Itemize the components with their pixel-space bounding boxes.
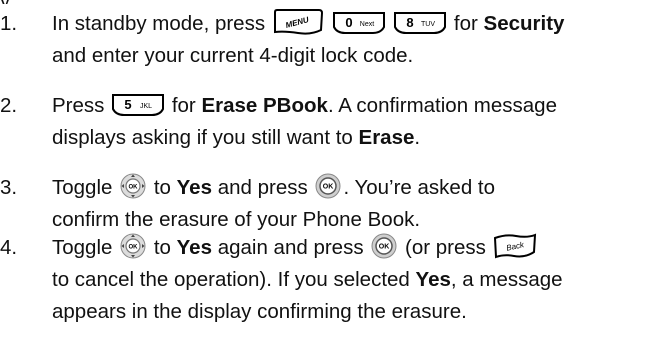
ok-key-icon: OK	[313, 172, 343, 200]
svg-text:OK: OK	[129, 185, 139, 191]
ok-key-icon: OK	[369, 232, 399, 260]
svg-text:JKL: JKL	[140, 103, 152, 110]
menu-key-icon: MENU	[271, 8, 325, 36]
svg-text:8: 8	[407, 15, 414, 30]
step-text: Toggle OK to Yes again and press OK (or …	[52, 232, 642, 328]
step-number: 3.	[0, 176, 18, 199]
five-jkl-key-icon: 5 JKL	[110, 92, 166, 118]
step-text: In standby mode, press MENU 0 Next 8 TUV…	[52, 8, 642, 72]
svg-text:TUV: TUV	[421, 21, 435, 28]
svg-text:OK: OK	[379, 244, 390, 251]
svg-text:0: 0	[345, 15, 352, 30]
step-number: 4.	[0, 236, 18, 259]
step-text: Press 5 JKL for Erase PBook. A confirmat…	[52, 92, 557, 149]
svg-text:5: 5	[124, 97, 131, 112]
svg-text:OK: OK	[129, 245, 139, 251]
navigation-key-icon: OK	[118, 172, 148, 200]
step-text: Toggle OK to Yes and press OK . You’re a…	[52, 172, 642, 236]
previous-text-fragment: y	[0, 0, 150, 4]
eight-tuv-key-icon: 8 TUV	[392, 10, 448, 36]
step-number: 1.	[0, 12, 18, 35]
back-key-icon: Back	[492, 232, 538, 260]
zero-next-key-icon: 0 Next	[331, 10, 387, 36]
navigation-key-icon: OK	[118, 232, 148, 260]
svg-text:Next: Next	[359, 21, 373, 28]
svg-text:OK: OK	[323, 184, 334, 191]
step-number: 2.	[0, 94, 18, 117]
